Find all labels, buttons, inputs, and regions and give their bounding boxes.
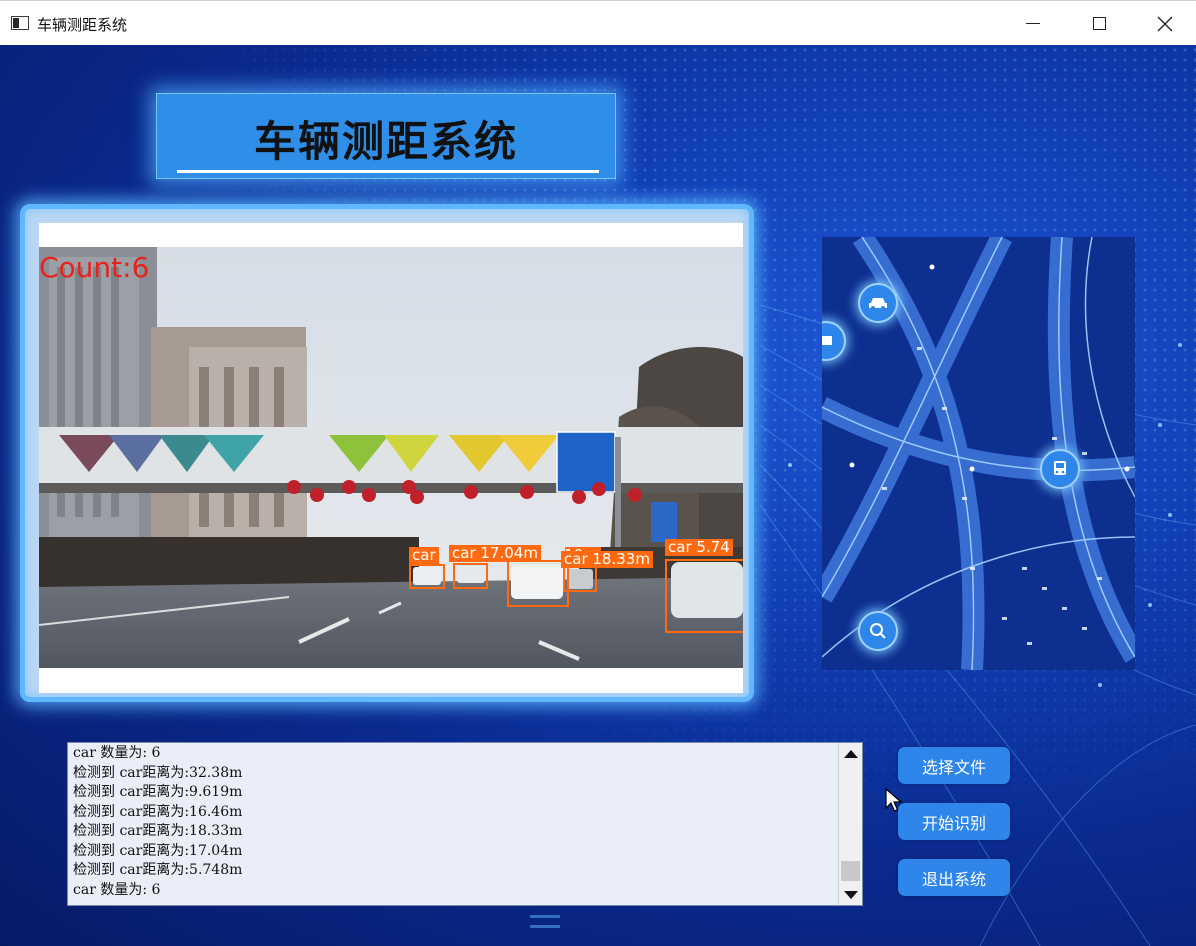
search-icon — [858, 611, 898, 651]
vehicle-count-label: Count:6 — [39, 251, 150, 284]
log-line: 检测到 car距离为:5.748m — [73, 862, 243, 878]
detection-box — [453, 563, 488, 589]
maximize-button[interactable] — [1066, 1, 1132, 46]
log-line: 检测到 car距离为:17.04m — [73, 842, 243, 859]
smart-traffic-image — [822, 237, 1135, 670]
minimize-icon — [1026, 23, 1040, 24]
log-line: 检测到 car距离为:16.46m — [73, 803, 243, 820]
maximize-icon — [1092, 17, 1106, 30]
page-title: 车辆测距系统 — [253, 117, 518, 166]
exit-system-button[interactable]: 退出系统 — [898, 859, 1010, 896]
log-line: 检测到 car距离为:9.619m — [73, 784, 243, 800]
select-file-button[interactable]: 选择文件 — [898, 747, 1010, 784]
window-titlebar: 车辆测距系统 — [0, 0, 1196, 45]
video-display: Count:6 car car 17.04m car 9.619m car 18… — [39, 223, 743, 693]
detection-log-textbox[interactable]: car 数量为: 6 检测到 car距离为:32.38m 检测到 car距离为:9.… — [67, 742, 863, 906]
video-display-frame: Count:6 car car 17.04m car 9.619m car 18… — [20, 204, 754, 702]
log-line: car 数量为: 6 — [73, 745, 161, 761]
detection-box — [409, 564, 445, 589]
log-line: 检测到 car距离为:32.38m — [73, 764, 243, 781]
log-text: car 数量为: 6 检测到 car距离为:32.38m 检测到 car距离为:9.… — [73, 744, 242, 900]
detection-label: car 5.74 — [665, 539, 733, 556]
minimize-button[interactable] — [1000, 1, 1066, 46]
detection-box — [665, 559, 743, 633]
detection-label: car — [409, 547, 439, 564]
close-icon — [1157, 16, 1173, 31]
log-line: car 数量为: 6 — [73, 881, 161, 898]
arrow-up-icon — [843, 749, 858, 758]
bus-icon — [1040, 449, 1080, 489]
log-scrollbar[interactable] — [838, 743, 862, 905]
detection-box — [507, 560, 569, 607]
title-underline — [177, 170, 599, 173]
scroll-down-button[interactable] — [839, 884, 862, 905]
arrow-down-icon — [843, 890, 858, 899]
log-line: 检测到 car距离为:18.33m — [73, 823, 243, 839]
road-scene-image — [39, 247, 743, 668]
system-title-panel: 车辆测距系统 — [156, 93, 616, 179]
mouse-cursor-icon — [885, 788, 903, 812]
app-icon — [11, 16, 29, 30]
scroll-up-button[interactable] — [839, 743, 862, 764]
start-recognition-button[interactable]: 开始识别 — [898, 803, 1010, 840]
detection-label: car 18.33m — [561, 551, 653, 568]
close-button[interactable] — [1132, 1, 1196, 46]
car-icon — [858, 283, 898, 323]
scrollbar-thumb[interactable] — [841, 861, 860, 881]
window-title: 车辆测距系统 — [37, 16, 128, 34]
